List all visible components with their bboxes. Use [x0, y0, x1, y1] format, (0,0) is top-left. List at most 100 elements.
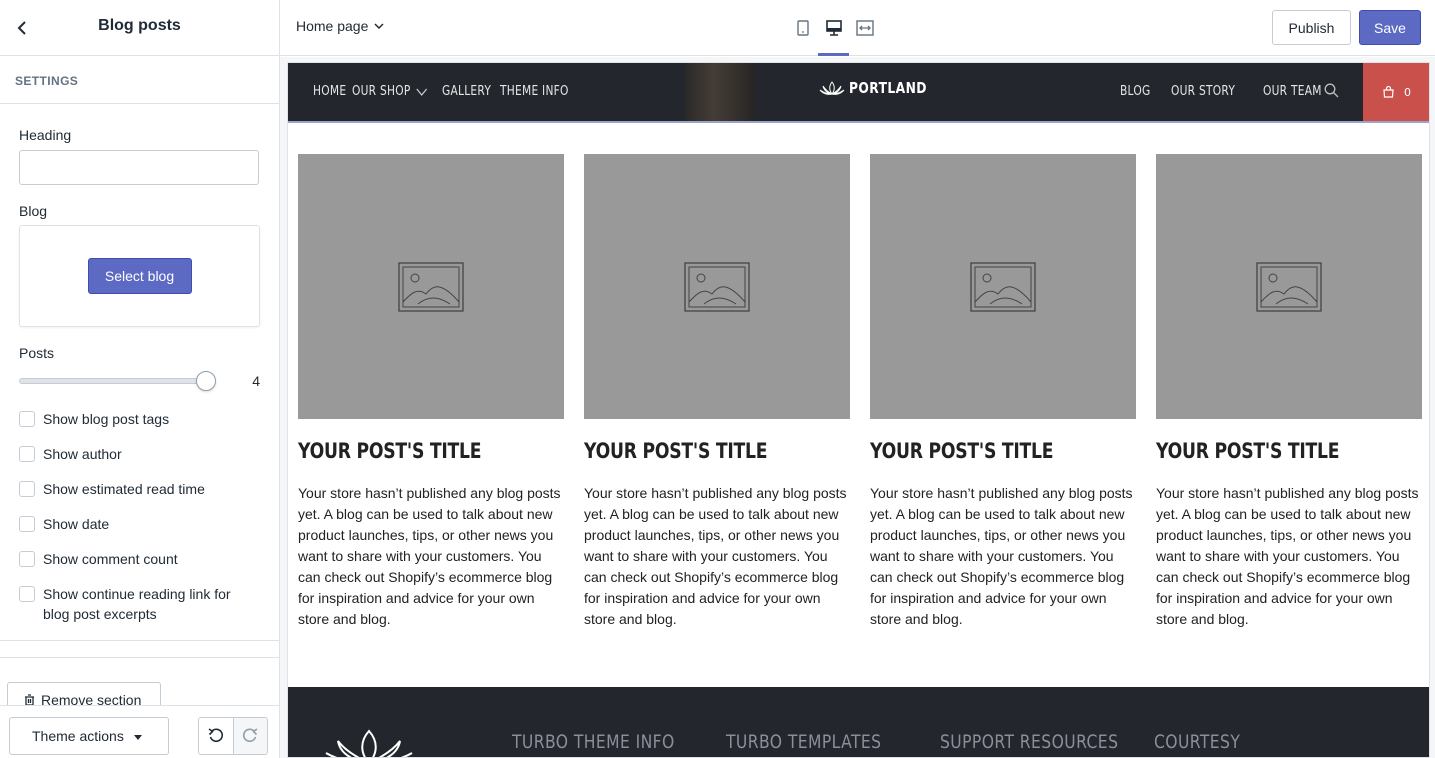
post-title[interactable]: YOUR POST'S TITLE: [298, 439, 516, 463]
lotus-logo-icon: [819, 81, 845, 95]
mobile-view-icon: [796, 20, 809, 36]
nav-item-gallery[interactable]: GALLERY: [442, 84, 491, 99]
post-title[interactable]: YOUR POST'S TITLE: [584, 439, 802, 463]
footer-heading-support: SUPPORT RESOURCES: [940, 731, 1119, 753]
checkbox-label: Show blog post tags: [43, 411, 170, 427]
select-blog-button[interactable]: Select blog: [87, 258, 192, 294]
post-image-placeholder[interactable]: [1156, 154, 1422, 419]
footer-heading-templates: TURBO TEMPLATES: [726, 731, 882, 753]
cart-button[interactable]: 0: [1363, 63, 1429, 121]
nav-left-menu: HOME OUR SHOP GALLERY THEME INFO: [313, 84, 582, 99]
heading-input[interactable]: [19, 150, 259, 185]
image-placeholder-icon: [970, 261, 1036, 312]
theme-editor: Blog posts SETTINGS Heading Blog Select …: [0, 0, 1435, 758]
redo-button[interactable]: [232, 718, 267, 754]
sidebar-header: Blog posts: [0, 0, 279, 56]
show-read-time-checkbox[interactable]: [19, 481, 35, 497]
fullscreen-view-icon: [855, 20, 874, 36]
posts-slider-thumb[interactable]: [196, 371, 216, 391]
cart-count: 0: [1404, 85, 1411, 99]
posts-slider-value: 4: [252, 373, 260, 389]
nav-accent-line: [288, 121, 1429, 123]
settings-form: Heading Blog Select blog Posts 4 Show bl…: [0, 127, 279, 629]
store-footer: TURBO THEME INFO TURBO TEMPLATES SUPPORT…: [288, 687, 1429, 757]
nav-item-our-story[interactable]: OUR STORY: [1171, 84, 1235, 99]
shopping-bag-icon: [1383, 86, 1394, 98]
blog-label: Blog: [19, 203, 48, 219]
image-placeholder-icon: [1256, 261, 1322, 312]
save-button[interactable]: Save: [1359, 10, 1421, 45]
checkbox-label: Show comment count: [43, 551, 178, 567]
divider: [0, 640, 279, 641]
show-read-time-checkbox-row[interactable]: Show estimated read time: [19, 480, 260, 515]
blog-post-card: YOUR POST'S TITLE Your store hasn’t publ…: [870, 154, 1136, 630]
show-author-checkbox[interactable]: [19, 446, 35, 462]
show-date-checkbox[interactable]: [19, 516, 35, 532]
lotus-logo-icon: [325, 729, 413, 757]
undo-icon: [208, 728, 224, 743]
post-excerpt: Your store hasn’t published any blog pos…: [298, 485, 561, 627]
show-author-checkbox-row[interactable]: Show author: [19, 445, 260, 480]
theme-actions-button[interactable]: Theme actions: [9, 717, 169, 755]
fullscreen-view-button[interactable]: [849, 0, 880, 56]
blog-post-card: YOUR POST'S TITLE Your store hasn’t publ…: [1156, 154, 1422, 630]
post-excerpt: Your store hasn’t published any blog pos…: [870, 485, 1133, 627]
post-title[interactable]: YOUR POST'S TITLE: [870, 439, 1088, 463]
show-tags-checkbox[interactable]: [19, 411, 35, 427]
blog-posts-grid: YOUR POST'S TITLE Your store hasn’t publ…: [298, 154, 1422, 630]
nav-item-theme-info[interactable]: THEME INFO: [500, 84, 569, 99]
chevron-down-icon: [374, 23, 384, 29]
desktop-view-icon: [825, 20, 842, 36]
nav-item-label: OUR SHOP: [351, 84, 411, 99]
blog-post-card: YOUR POST'S TITLE Your store hasn’t publ…: [584, 154, 850, 630]
desktop-view-button[interactable]: [818, 0, 849, 56]
image-placeholder-icon: [684, 261, 750, 312]
publish-button[interactable]: Publish: [1272, 10, 1351, 45]
editor-topbar: Home page Publish Save: [280, 0, 1435, 56]
mobile-view-button[interactable]: [787, 0, 818, 56]
undo-button[interactable]: [199, 718, 233, 754]
checkbox-label: Show date: [43, 516, 110, 532]
posts-slider: 4: [19, 371, 260, 391]
settings-section-label: SETTINGS: [0, 56, 279, 104]
post-image-placeholder[interactable]: [298, 154, 564, 419]
footer-heading-theme-info: TURBO THEME INFO: [512, 731, 675, 753]
footer-heading-courtesy: COURTESY: [1154, 731, 1241, 753]
nav-item-blog[interactable]: BLOG: [1120, 84, 1151, 99]
store-navigation: HOME OUR SHOP GALLERY THEME INFO PORTLAN…: [288, 63, 1429, 123]
header-hero-image: [685, 63, 755, 123]
checkbox-label: Show author: [43, 446, 122, 462]
undo-redo-group: [198, 717, 268, 755]
settings-sidebar: Blog posts SETTINGS Heading Blog Select …: [0, 0, 280, 758]
show-continue-reading-checkbox-row[interactable]: Show continue reading link for blog post…: [19, 585, 260, 629]
post-title[interactable]: YOUR POST'S TITLE: [1156, 439, 1374, 463]
show-tags-checkbox-row[interactable]: Show blog post tags: [19, 410, 260, 445]
post-excerpt: Your store hasn’t published any blog pos…: [584, 485, 847, 627]
post-image-placeholder[interactable]: [584, 154, 850, 419]
posts-slider-track[interactable]: [19, 378, 207, 384]
store-logo[interactable]: PORTLAND: [819, 79, 944, 97]
posts-label: Posts: [19, 345, 55, 361]
sidebar-title: Blog posts: [98, 17, 181, 34]
nav-item-home[interactable]: HOME: [313, 84, 346, 99]
checkbox-list: Show blog post tags Show author Show est…: [19, 410, 260, 629]
nav-right-menu: BLOG OUR STORY OUR TEAM: [1120, 84, 1349, 99]
chevron-down-icon: [416, 88, 427, 96]
search-button[interactable]: [1324, 83, 1339, 103]
show-continue-reading-checkbox[interactable]: [19, 586, 35, 602]
post-image-placeholder[interactable]: [870, 154, 1136, 419]
nav-item-our-shop[interactable]: OUR SHOP: [352, 84, 428, 99]
post-excerpt: Your store hasn’t published any blog pos…: [1156, 485, 1419, 627]
page-selector-label: Home page: [296, 18, 369, 34]
theme-actions-label: Theme actions: [32, 728, 124, 744]
redo-icon: [243, 728, 258, 743]
page-selector[interactable]: Home page: [296, 18, 384, 34]
search-icon: [1324, 83, 1339, 98]
show-comment-count-checkbox-row[interactable]: Show comment count: [19, 550, 260, 585]
nav-item-our-team[interactable]: OUR TEAM: [1263, 84, 1322, 99]
blog-post-card: YOUR POST'S TITLE Your store hasn’t publ…: [298, 154, 564, 630]
show-date-checkbox-row[interactable]: Show date: [19, 515, 260, 550]
image-placeholder-icon: [398, 261, 464, 312]
logo-text: PORTLAND: [849, 79, 927, 97]
show-comment-count-checkbox[interactable]: [19, 551, 35, 567]
